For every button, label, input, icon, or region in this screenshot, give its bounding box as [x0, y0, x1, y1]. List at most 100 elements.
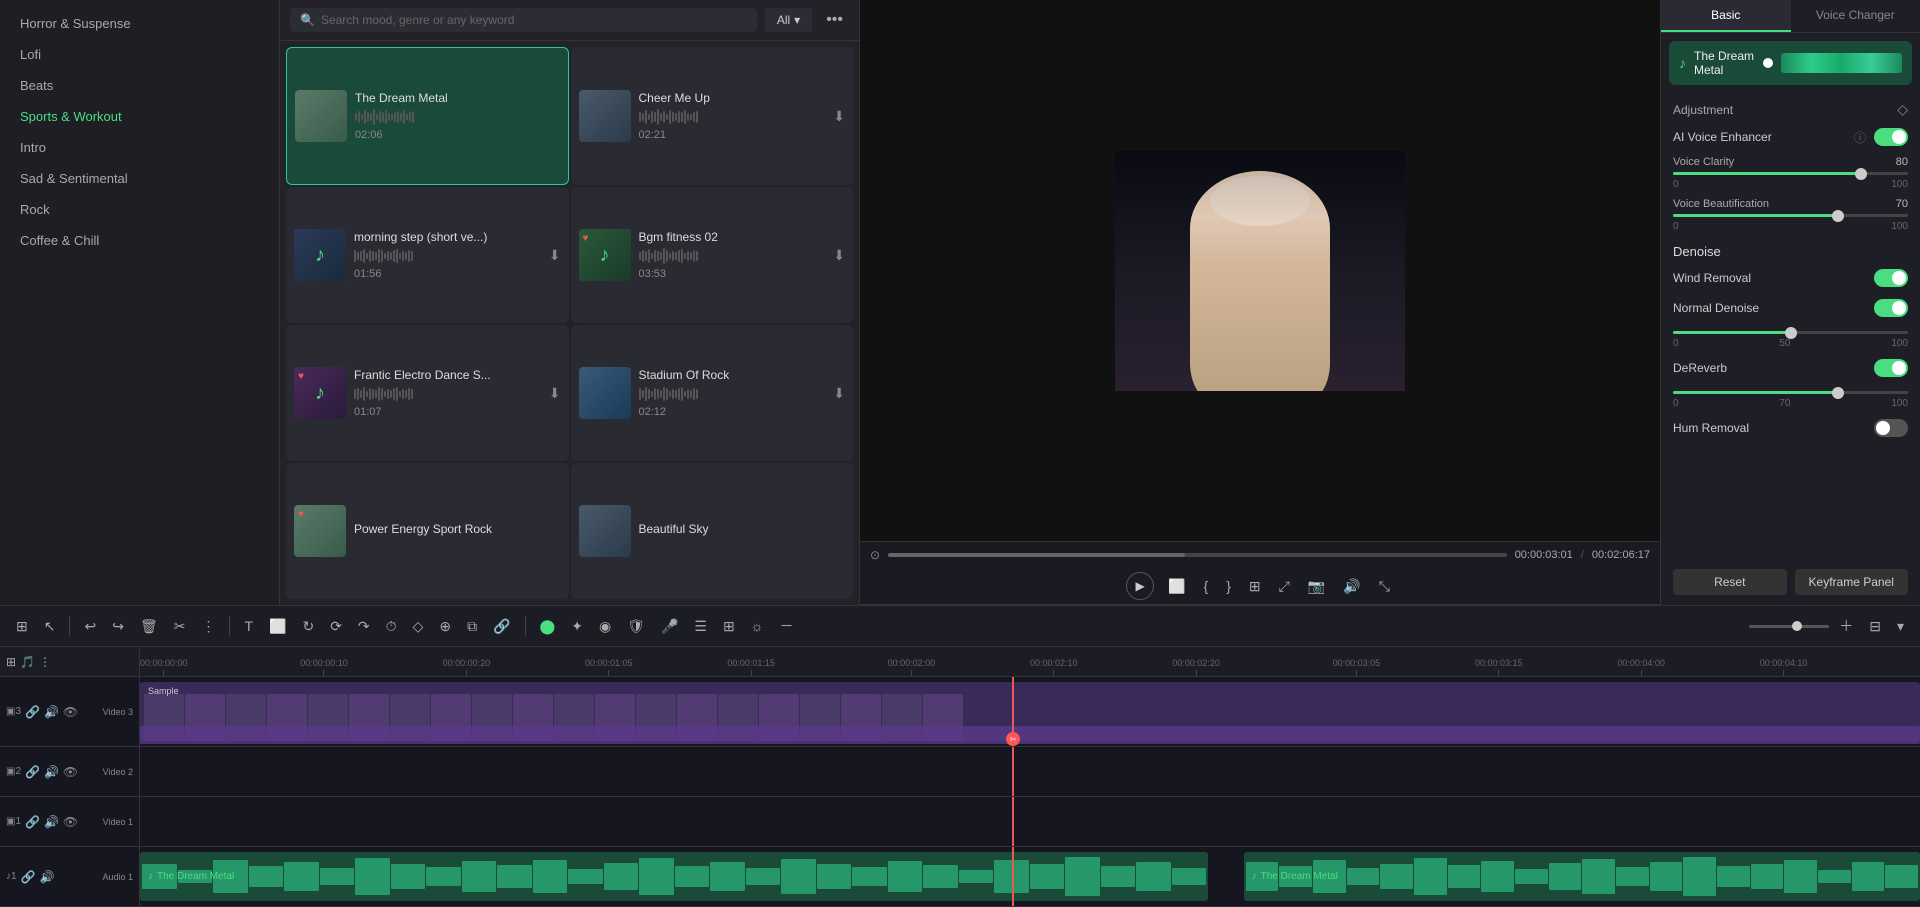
music-card-4[interactable]: ♥ ♪ Bgm fitness 02 03:53 ⬇	[571, 187, 854, 323]
video1-link-button[interactable]: 🔗	[25, 815, 40, 829]
brightness-button[interactable]: ☼	[745, 614, 770, 638]
layout-button[interactable]: ⊟	[1863, 614, 1887, 639]
timer-button[interactable]: ⏱	[380, 614, 403, 639]
redo-button[interactable]: ↪	[106, 614, 130, 639]
music-card-3[interactable]: ♪ morning step (short ve...) 01:56 ⬇	[286, 187, 569, 323]
add-audio-track-button[interactable]: 🎵	[20, 655, 35, 669]
tab-voice-changer[interactable]: Voice Changer	[1791, 0, 1920, 32]
grid-view-button[interactable]: ⊞	[10, 614, 34, 639]
add-video-track-button[interactable]: ⊞	[6, 655, 16, 669]
audio-segment-1[interactable]: ♪ The Dream Metal	[140, 852, 1208, 901]
music-card-7[interactable]: ♥ Power Energy Sport Rock	[286, 463, 569, 599]
color-button[interactable]: ⬤	[534, 614, 562, 639]
normal-denoise-toggle[interactable]	[1874, 299, 1908, 317]
speed-button[interactable]: ◉	[593, 614, 617, 639]
voice-beautification-slider[interactable]	[1673, 214, 1908, 217]
video2-volume-button[interactable]: 🔊	[44, 765, 59, 779]
sidebar-item-beats[interactable]: Beats	[0, 70, 279, 101]
search-input-wrap[interactable]: 🔍	[290, 8, 757, 32]
copy-button[interactable]: ⧉	[461, 614, 483, 639]
music-card-6[interactable]: Stadium Of Rock 02:12 ⬇	[571, 325, 854, 461]
sidebar-item-horror[interactable]: Horror & Suspense	[0, 8, 279, 39]
sidebar-item-lofi[interactable]: Lofi	[0, 39, 279, 70]
video3-visibility-button[interactable]: 👁	[63, 705, 78, 719]
mic-button[interactable]: 🎤	[655, 614, 684, 639]
expand-icon[interactable]: ⊙	[870, 548, 880, 562]
select-tool-button[interactable]: ↖	[38, 614, 62, 639]
preview-timeline[interactable]	[888, 553, 1507, 557]
ai-button[interactable]: ⊞	[717, 614, 741, 639]
ai-voice-enhancer-info-icon[interactable]: ⓘ	[1854, 129, 1866, 146]
loop-button[interactable]: ⟳	[324, 614, 348, 639]
video1-visibility-button[interactable]: 👁	[63, 815, 78, 829]
fullscreen2-button[interactable]: ⤢	[1275, 576, 1294, 597]
cut-button[interactable]: ✂	[168, 614, 192, 639]
composite-button[interactable]: ⊕	[433, 614, 457, 639]
video2-link-button[interactable]: 🔗	[25, 765, 40, 779]
wind-removal-toggle[interactable]	[1874, 269, 1908, 287]
redo2-button[interactable]: ↷	[352, 614, 376, 639]
download-icon-2[interactable]: ⬇	[833, 108, 845, 125]
hum-removal-toggle[interactable]	[1874, 419, 1908, 437]
crop-button[interactable]: ⬜	[263, 614, 292, 639]
timeline-settings-button[interactable]: ⋮	[39, 655, 51, 669]
split-button[interactable]: ⋮	[195, 614, 221, 639]
voice-clarity-slider[interactable]	[1673, 172, 1908, 175]
keyframe-panel-button[interactable]: Keyframe Panel	[1795, 569, 1909, 595]
zoom-slider[interactable]	[1749, 625, 1829, 628]
sidebar-item-intro[interactable]: Intro	[0, 132, 279, 163]
playhead[interactable]: ✂	[1012, 677, 1014, 746]
download-icon-6[interactable]: ⬇	[833, 385, 845, 402]
dereverb-toggle[interactable]	[1874, 359, 1908, 377]
delete-button[interactable]: 🗑	[134, 614, 164, 639]
music-card-2[interactable]: Cheer Me Up 02:21 ⬇	[571, 47, 854, 185]
add-track-button[interactable]: ⊞	[1245, 576, 1265, 597]
audio1-volume-button[interactable]: 🔊	[40, 870, 55, 884]
audio1-link-button[interactable]: 🔗	[21, 870, 36, 884]
ai-voice-enhancer-toggle[interactable]	[1874, 128, 1908, 146]
sidebar-item-rock[interactable]: Rock	[0, 194, 279, 225]
sidebar-item-sad[interactable]: Sad & Sentimental	[0, 163, 279, 194]
text-button[interactable]: T	[238, 614, 259, 638]
audio1-track[interactable]: ♪ The Dream Metal ♪ The Dream Metal	[140, 847, 1920, 907]
effects-button[interactable]: ✦	[565, 614, 589, 639]
undo-button[interactable]: ↩	[78, 614, 102, 639]
filter-all-button[interactable]: All ▾	[765, 8, 812, 32]
shape-button[interactable]: ◇	[407, 614, 430, 639]
download-icon-4[interactable]: ⬇	[833, 247, 845, 264]
video1-track[interactable]	[140, 797, 1920, 847]
play-button[interactable]: ▶	[1126, 572, 1154, 600]
out-point-button[interactable]: }	[1222, 576, 1235, 596]
in-point-button[interactable]: {	[1200, 576, 1213, 596]
normal-denoise-slider[interactable]	[1673, 331, 1908, 334]
video1-volume-button[interactable]: 🔊	[44, 815, 59, 829]
sidebar-item-sports[interactable]: Sports & Workout	[0, 101, 279, 132]
more-options-button[interactable]: •••	[820, 9, 849, 31]
reset-button[interactable]: Reset	[1673, 569, 1787, 595]
minus-button[interactable]: －	[774, 612, 800, 640]
audio-segment-2[interactable]: ♪ The Dream Metal	[1244, 852, 1920, 901]
fullscreen-button[interactable]: ⬜	[1164, 576, 1189, 597]
sidebar-item-coffee[interactable]: Coffee & Chill	[0, 225, 279, 256]
search-input[interactable]	[321, 13, 747, 27]
music-card-5[interactable]: ♥ ♪ Frantic Electro Dance S... 01:07 ⬇	[286, 325, 569, 461]
music-card-8[interactable]: Beautiful Sky	[571, 463, 854, 599]
plus-button[interactable]: ＋	[1833, 612, 1859, 640]
music-card-1[interactable]: The Dream Metal 02:06	[286, 47, 569, 185]
dereverb-slider[interactable]	[1673, 391, 1908, 394]
rotate-button[interactable]: ↻	[296, 614, 320, 639]
video3-link-button[interactable]: 🔗	[25, 705, 40, 719]
subtitle-button[interactable]: ☰	[688, 614, 713, 639]
video3-track[interactable]: Sample	[140, 677, 1920, 747]
video3-volume-button[interactable]: 🔊	[44, 705, 59, 719]
link-button[interactable]: 🔗	[487, 614, 516, 639]
screenshot-button[interactable]: 📷	[1304, 576, 1329, 597]
download-icon-5[interactable]: ⬇	[549, 385, 561, 402]
volume-button[interactable]: 🔊	[1339, 576, 1364, 597]
more-button[interactable]: ▾	[1891, 614, 1910, 639]
expand3-button[interactable]: ⤡	[1375, 576, 1394, 597]
tab-basic[interactable]: Basic	[1661, 0, 1791, 32]
download-icon-3[interactable]: ⬇	[549, 247, 561, 264]
video2-track[interactable]	[140, 747, 1920, 797]
video2-visibility-button[interactable]: 👁	[63, 765, 78, 779]
